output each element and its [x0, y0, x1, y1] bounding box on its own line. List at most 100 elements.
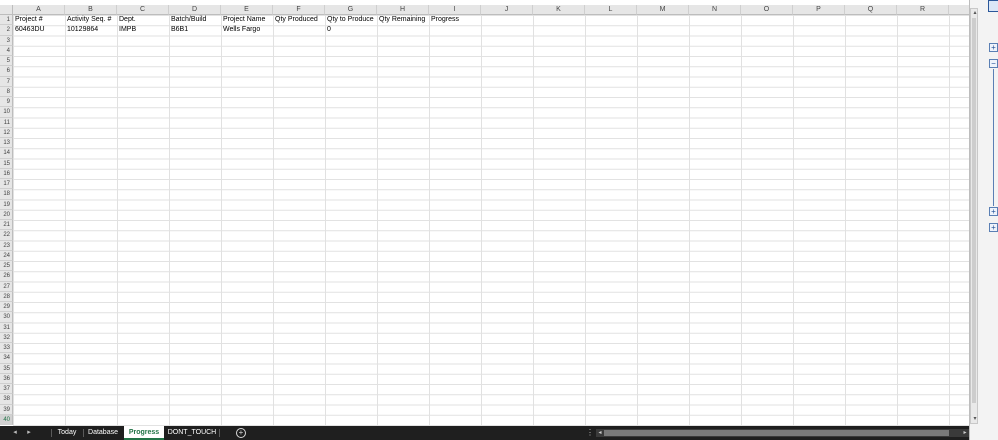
cell-e2[interactable]: Wells Fargo — [221, 25, 260, 35]
cell-f1[interactable]: Qty Produced — [273, 15, 318, 25]
outline-expand-icon[interactable]: + — [989, 207, 998, 216]
column-header-n[interactable]: N — [689, 5, 741, 15]
right-panel: ▴ ▾ + − + + — [969, 0, 998, 440]
cell-b1[interactable]: Activity Seq. # — [65, 15, 111, 25]
row-header-28[interactable]: 28 — [0, 291, 13, 302]
row-header-11[interactable]: 11 — [0, 117, 13, 128]
tab-database[interactable]: Database — [84, 426, 122, 440]
row-header-1[interactable]: 1 — [0, 15, 13, 26]
row-header-13[interactable]: 13 — [0, 138, 13, 149]
cell-a1[interactable]: Project # — [13, 15, 43, 25]
tab-today[interactable]: Today — [52, 426, 82, 440]
vertical-scrollbar[interactable]: ▴ ▾ — [970, 8, 978, 424]
row-header-3[interactable]: 3 — [0, 35, 13, 46]
column-header-b[interactable]: B — [65, 5, 117, 15]
spreadsheet-grid[interactable]: ABCDEFGHIJKLMNOPQRSTUVWX 123456789101112… — [0, 5, 969, 426]
outline-expand-icon[interactable]: + — [989, 43, 998, 52]
column-header-l[interactable]: L — [585, 5, 637, 15]
row-header-26[interactable]: 26 — [0, 271, 13, 282]
cell-i1[interactable]: Progress — [429, 15, 459, 25]
cell-e1[interactable]: Project Name — [221, 15, 265, 25]
tab-dont-touch[interactable]: DONT_TOUCH — [166, 426, 218, 440]
row-header-36[interactable]: 36 — [0, 373, 13, 384]
row-header-18[interactable]: 18 — [0, 189, 13, 200]
column-header-h[interactable]: H — [377, 5, 429, 15]
row-header-35[interactable]: 35 — [0, 363, 13, 374]
row-header-12[interactable]: 12 — [0, 127, 13, 138]
row-header-21[interactable]: 21 — [0, 220, 13, 231]
outline-expand-icon[interactable]: + — [989, 223, 998, 232]
cell-d1[interactable]: Batch/Build — [169, 15, 206, 25]
row-header-2[interactable]: 2 — [0, 25, 13, 36]
row-header-29[interactable]: 29 — [0, 302, 13, 313]
row-header-4[interactable]: 4 — [0, 45, 13, 56]
cell-a2[interactable]: 60463DU — [13, 25, 45, 35]
column-header-e[interactable]: E — [221, 5, 273, 15]
row-header-5[interactable]: 5 — [0, 56, 13, 67]
row-header-10[interactable]: 10 — [0, 107, 13, 118]
cell-g2[interactable]: 0 — [325, 25, 331, 35]
row-header-24[interactable]: 24 — [0, 250, 13, 261]
row-header-40[interactable]: 40 — [0, 414, 13, 425]
add-sheet-icon[interactable]: + — [236, 428, 246, 438]
column-header-a[interactable]: A — [13, 5, 65, 15]
row-header-17[interactable]: 17 — [0, 179, 13, 190]
row-header-14[interactable]: 14 — [0, 148, 13, 159]
horizontal-scrollbar[interactable]: ◂ ▸ — [596, 429, 969, 437]
sheet-tab-bar: ◂ ▸ Today Database Progress DONT_TOUCH +… — [0, 426, 969, 440]
row-header-16[interactable]: 16 — [0, 168, 13, 179]
column-header-f[interactable]: F — [273, 5, 325, 15]
outline-collapse-icon[interactable]: − — [989, 59, 998, 68]
row-header-38[interactable]: 38 — [0, 394, 13, 405]
cell-b2[interactable]: 10129864 — [65, 25, 98, 35]
column-header-p[interactable]: P — [793, 5, 845, 15]
row-header-25[interactable]: 25 — [0, 261, 13, 272]
column-header-i[interactable]: I — [429, 5, 481, 15]
next-sheet-icon[interactable]: ▸ — [23, 426, 35, 440]
scroll-up-arrow[interactable]: ▴ — [971, 9, 979, 17]
horizontal-scroll-thumb[interactable] — [604, 430, 949, 436]
row-header-23[interactable]: 23 — [0, 240, 13, 251]
cell-c1[interactable]: Dept. — [117, 15, 136, 25]
column-header-s[interactable]: S — [949, 5, 969, 15]
row-header-20[interactable]: 20 — [0, 209, 13, 220]
column-header-g[interactable]: G — [325, 5, 377, 15]
row-header-27[interactable]: 27 — [0, 281, 13, 292]
column-header-k[interactable]: K — [533, 5, 585, 15]
scroll-right-arrow[interactable]: ▸ — [961, 429, 969, 437]
row-header-8[interactable]: 8 — [0, 86, 13, 97]
more-options-icon[interactable]: ⋮ — [586, 426, 594, 440]
column-header-r[interactable]: R — [897, 5, 949, 15]
outline-level-icon[interactable] — [988, 0, 998, 12]
row-header-15[interactable]: 15 — [0, 158, 13, 169]
select-all-corner[interactable] — [0, 5, 13, 15]
row-header-6[interactable]: 6 — [0, 66, 13, 77]
row-header-30[interactable]: 30 — [0, 312, 13, 323]
scroll-left-arrow[interactable]: ◂ — [596, 429, 604, 437]
column-header-j[interactable]: J — [481, 5, 533, 15]
row-header-9[interactable]: 9 — [0, 97, 13, 108]
cell-d2[interactable]: B6B1 — [169, 25, 188, 35]
scroll-down-arrow[interactable]: ▾ — [971, 415, 979, 423]
column-header-q[interactable]: Q — [845, 5, 897, 15]
prev-sheet-icon[interactable]: ◂ — [9, 426, 21, 440]
row-header-31[interactable]: 31 — [0, 322, 13, 333]
cell-g1[interactable]: Qty to Produce — [325, 15, 374, 25]
row-header-19[interactable]: 19 — [0, 199, 13, 210]
row-header-22[interactable]: 22 — [0, 230, 13, 241]
column-header-m[interactable]: M — [637, 5, 689, 15]
cell-area[interactable]: Project # Activity Seq. # Dept. Batch/Build… — [13, 15, 969, 426]
column-header-d[interactable]: D — [169, 5, 221, 15]
row-header-34[interactable]: 34 — [0, 353, 13, 364]
vertical-scroll-thumb[interactable] — [972, 18, 976, 403]
cell-c2[interactable]: IMPB — [117, 25, 136, 35]
row-header-39[interactable]: 39 — [0, 404, 13, 415]
column-header-o[interactable]: O — [741, 5, 793, 15]
column-header-c[interactable]: C — [117, 5, 169, 15]
row-header-32[interactable]: 32 — [0, 332, 13, 343]
cell-h1[interactable]: Qty Remaining — [377, 15, 425, 25]
tab-progress[interactable]: Progress — [124, 426, 164, 440]
row-header-7[interactable]: 7 — [0, 76, 13, 87]
row-header-33[interactable]: 33 — [0, 343, 13, 354]
row-header-37[interactable]: 37 — [0, 384, 13, 395]
